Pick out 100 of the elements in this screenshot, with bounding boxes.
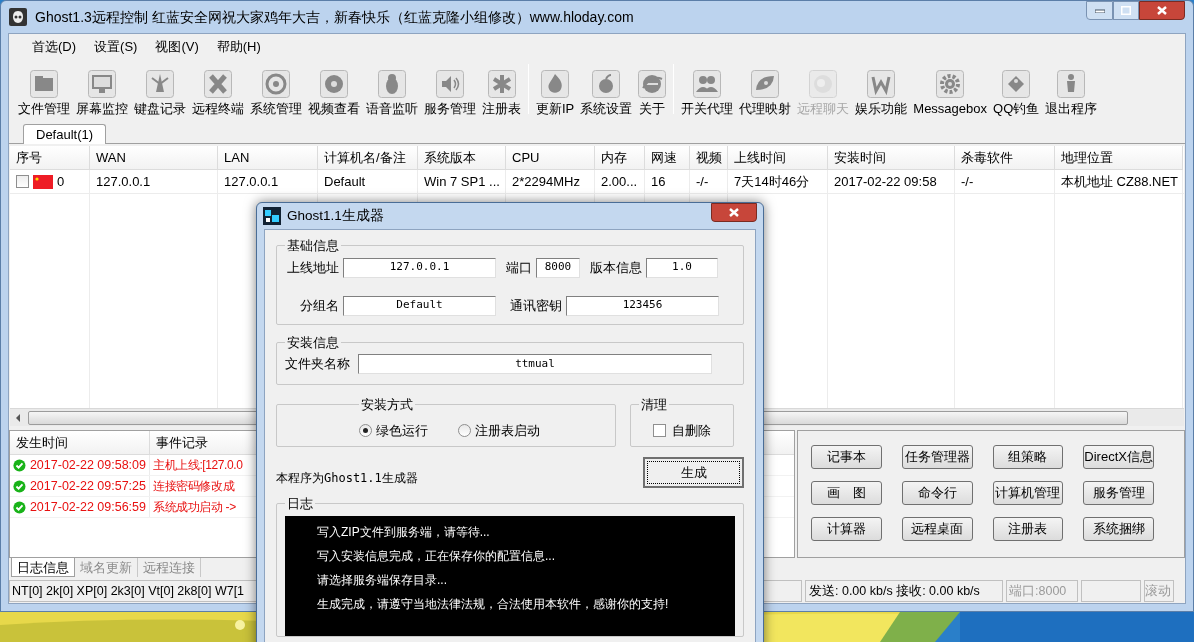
column-header[interactable]: 杀毒软件 xyxy=(955,146,1055,170)
toolbar-button[interactable]: Messagebox xyxy=(910,70,990,117)
toolbar-button[interactable]: 系统管理 xyxy=(247,70,305,117)
field-label: 通讯密钥 xyxy=(510,296,562,315)
person-icon xyxy=(1057,70,1086,98)
field-label: 版本信息 xyxy=(590,258,642,277)
close-button[interactable] xyxy=(1139,1,1185,20)
menu-item[interactable]: 设置(S) xyxy=(85,35,147,59)
column-header[interactable]: WAN xyxy=(90,146,218,170)
group-title: 安装信息 xyxy=(286,333,340,352)
cross-icon xyxy=(204,70,232,98)
toolbar-button[interactable]: 系统设置 xyxy=(577,70,636,117)
group-title: 安装方式 xyxy=(360,396,414,414)
toolbar-button[interactable]: 关于 xyxy=(635,70,670,117)
toolbar-button[interactable]: QQ钓鱼 xyxy=(990,70,1043,117)
column-header[interactable]: 安装时间 xyxy=(828,146,955,170)
quick-button[interactable]: 记事本 xyxy=(811,445,882,469)
checkbox[interactable] xyxy=(16,175,29,188)
dialog-title: Ghost1.1生成器 xyxy=(287,206,384,225)
column-header[interactable]: 上线时间 xyxy=(728,146,828,170)
close-button[interactable] xyxy=(711,203,757,222)
input-field[interactable]: 127.0.0.1 xyxy=(343,257,496,278)
status-field xyxy=(1081,580,1141,602)
quick-button[interactable]: 计算器 xyxy=(811,517,882,541)
generate-button[interactable]: 生成 xyxy=(643,457,744,488)
log-line: 写入安装信息完成，正在保存你的配置信息... xyxy=(317,547,556,564)
toolbar-button[interactable]: 文件管理 xyxy=(15,70,73,117)
check-icon xyxy=(13,478,26,494)
check-icon xyxy=(13,499,26,515)
field-label: 分组名 xyxy=(300,296,339,315)
column-header[interactable]: 网速 xyxy=(645,146,690,170)
quick-button[interactable]: 画 图 xyxy=(811,481,882,505)
log-event: 主机上线:[127.0.0 xyxy=(152,457,244,474)
toolbar-button[interactable]: 开关代理 xyxy=(678,70,737,117)
table-cell: 127.0.0.1 xyxy=(90,170,218,193)
quick-button[interactable]: 系统捆绑 xyxy=(1083,517,1154,541)
toolbar-button[interactable]: 代理映射 xyxy=(736,70,795,117)
minimize-icon xyxy=(1094,8,1105,13)
column-header[interactable]: LAN xyxy=(218,146,318,170)
quick-button[interactable]: 计算机管理 xyxy=(992,481,1064,505)
column-header[interactable]: 计算机名/备注 xyxy=(318,146,418,170)
table-cell: 7天14时46分 xyxy=(728,170,828,193)
snowflake-icon xyxy=(487,70,516,98)
close-icon xyxy=(1157,6,1167,15)
table-cell: 16 xyxy=(645,170,690,193)
field-label: 端口 xyxy=(506,258,532,277)
quick-button[interactable]: 服务管理 xyxy=(1083,481,1154,505)
toolbar-button[interactable]: 屏幕监控 xyxy=(73,70,131,117)
check-icon xyxy=(13,457,26,473)
quick-button[interactable]: 远程桌面 xyxy=(901,517,973,541)
status-field: 发送: 0.00 kb/s 接收: 0.00 kb/s xyxy=(805,580,1003,602)
input-field[interactable]: 123456 xyxy=(566,295,719,316)
quick-button[interactable]: DirectX信息 xyxy=(1083,445,1154,469)
toolbar-button[interactable]: 退出程序 xyxy=(1042,70,1101,117)
column-header[interactable]: 系统版本 xyxy=(418,146,506,170)
quick-button[interactable]: 任务管理器 xyxy=(901,445,973,469)
toolbar-button[interactable]: 娱乐功能 xyxy=(852,70,911,117)
column-header[interactable]: CPU xyxy=(506,146,595,170)
log-event: 连接密码修改成 xyxy=(152,478,236,495)
input-field[interactable]: Default xyxy=(343,295,496,316)
column-header[interactable]: 地理位置 xyxy=(1055,146,1183,170)
close-icon xyxy=(729,208,739,217)
toolbar-button[interactable]: 服务管理 xyxy=(421,70,479,117)
quick-button[interactable]: 命令行 xyxy=(901,481,973,505)
column-header[interactable]: 视频 xyxy=(690,146,728,170)
tab[interactable]: 日志信息 xyxy=(11,558,75,577)
field-label: 上线地址 xyxy=(287,258,339,277)
toolbar-button[interactable]: 远程终端 xyxy=(189,70,247,117)
table-cell-text: 0 xyxy=(57,172,65,191)
column-header[interactable]: 序号 xyxy=(10,146,90,170)
toolbar-button[interactable]: 键盘记录 xyxy=(131,70,189,117)
maximize-button[interactable] xyxy=(1113,1,1139,20)
toolbar-button[interactable]: 更新IP xyxy=(533,70,578,117)
letter-w-icon xyxy=(867,70,896,98)
log-time: 2017-02-22 09:58:09 xyxy=(29,456,146,474)
toolbar-button[interactable]: 语音监听 xyxy=(363,70,421,117)
input-field[interactable]: ttmual xyxy=(358,354,712,374)
input-field[interactable]: 1.0 xyxy=(646,257,718,278)
monitor-icon xyxy=(88,70,116,98)
radio-option[interactable]: 注册表启动 xyxy=(458,420,540,440)
toolbar-button[interactable]: 视频查看 xyxy=(305,70,363,117)
window-title: Ghost1.3远程控制 红蓝安全网祝大家鸡年大吉，新春快乐（红蓝克隆小组修改）www.hloday.com xyxy=(35,7,634,27)
quick-button[interactable]: 组策略 xyxy=(992,445,1064,469)
input-field[interactable]: 8000 xyxy=(536,257,580,278)
table-cell: -/- xyxy=(955,170,1055,193)
column-header[interactable]: 内存 xyxy=(595,146,645,170)
group-title: 基础信息 xyxy=(286,237,340,255)
menu-item[interactable]: 帮助(H) xyxy=(207,35,270,59)
column-header[interactable]: 发生时间 xyxy=(10,431,150,455)
table-cell: 2.00... xyxy=(595,170,645,193)
gear-icon xyxy=(936,70,965,98)
tab[interactable]: Default(1) xyxy=(23,124,107,144)
radio-option[interactable]: 绿色运行 xyxy=(359,420,428,440)
table-cell: 本机地址 CZ88.NET xyxy=(1055,170,1183,193)
quick-button[interactable]: 注册表 xyxy=(992,517,1064,541)
menu-item[interactable]: 首选(D) xyxy=(23,35,86,59)
toolbar-button[interactable]: 注册表 xyxy=(479,70,524,117)
menu-item[interactable]: 视图(V) xyxy=(146,35,208,59)
tag-icon xyxy=(1002,70,1031,98)
checkbox[interactable]: 自删除 xyxy=(653,420,711,440)
